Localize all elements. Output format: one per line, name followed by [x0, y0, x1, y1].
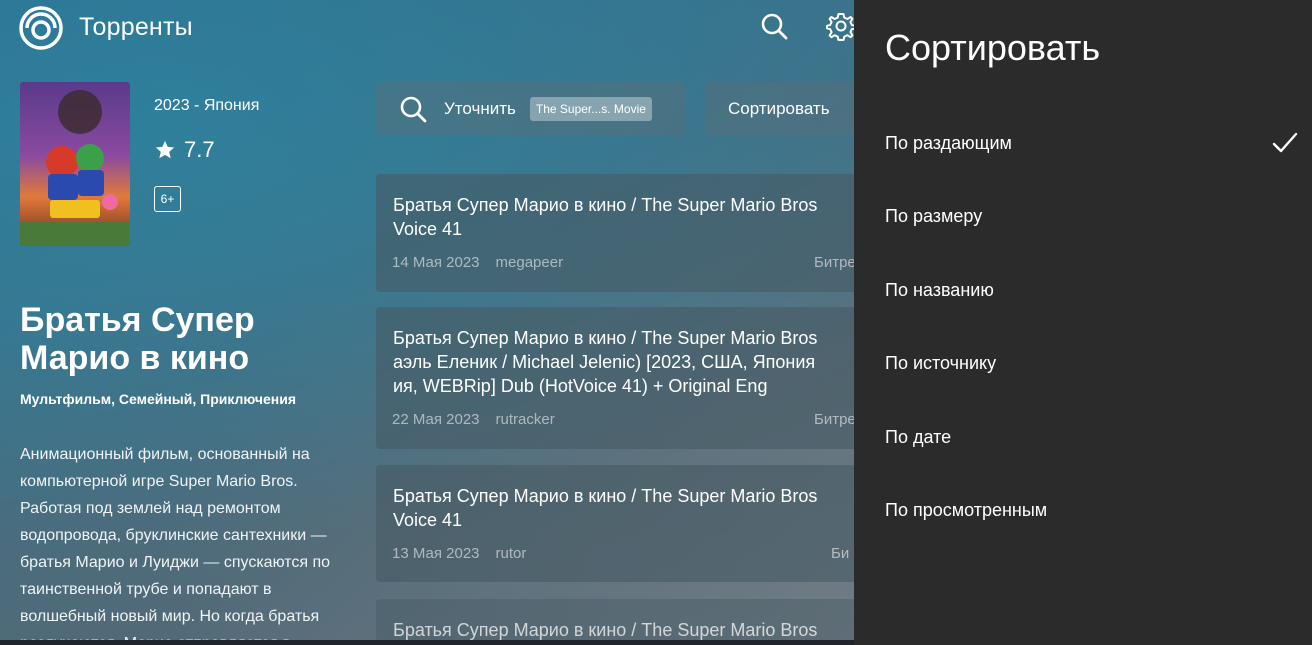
torrent-tracker: rutor [495, 545, 527, 562]
sort-option-name[interactable]: По названию [854, 270, 1312, 310]
torrent-date: 14 Мая 2023 [392, 254, 480, 271]
top-bar: Торренты [0, 0, 860, 56]
sort-panel-heading: Сортировать [885, 27, 1101, 68]
sort-option-label: По просмотренным [885, 499, 1048, 520]
torrent-tracker: rutracker [495, 411, 555, 428]
refine-query-chip: The Super...s. Movie [529, 96, 652, 121]
gear-icon[interactable] [826, 11, 856, 41]
movie-year-country: 2023 - Япония [154, 97, 260, 114]
torrent-bitrate: Битре [814, 411, 856, 428]
torrent-title: Братья Супер Марио в кино / The Super Ma… [393, 328, 818, 396]
sort-option-size[interactable]: По размеру [854, 196, 1312, 236]
search-icon[interactable] [759, 11, 789, 41]
refine-button[interactable]: Уточнить The Super...s. Movie [376, 82, 686, 135]
torrent-title: Братья Супер Марио в кино / The Super Ma… [393, 195, 818, 239]
torrent-meta: 22 Мая 2023 rutracker [392, 411, 555, 428]
sort-panel: Сортировать По раздающим По размеру По н… [854, 0, 1312, 645]
torrent-meta: 14 Мая 2023 megapeer [392, 254, 563, 271]
sort-option-seeders[interactable]: По раздающим [854, 123, 1312, 163]
torrent-item[interactable]: Братья Супер Марио в кино / The Super Ma… [376, 174, 876, 292]
star-icon [155, 140, 175, 159]
sort-option-label: По раздающим [885, 132, 1012, 153]
sort-label: Сортировать [728, 98, 830, 118]
rating-value: 7.7 [184, 137, 215, 162]
sort-option-label: По источнику [885, 352, 997, 373]
sort-option-label: По размеру [885, 205, 983, 226]
torrent-tracker: megapeer [495, 254, 564, 271]
torrent-meta: 13 Мая 2023 rutor [392, 545, 526, 562]
torrent-bitrate: Би [831, 545, 850, 562]
checkmark-icon [1272, 132, 1298, 153]
sort-option-date[interactable]: По дате [854, 417, 1312, 457]
bottom-divider [0, 640, 860, 645]
movie-title: Братья Супер Марио в кино [20, 301, 255, 377]
movie-description: Анимационный фильм, основанный на компью… [20, 446, 331, 645]
movie-poster [20, 82, 130, 246]
sort-option-source[interactable]: По источнику [854, 343, 1312, 383]
torrent-item[interactable]: Братья Супер Марио в кино / The Super Ma… [376, 307, 876, 449]
sort-option-label: По названию [885, 279, 994, 300]
sort-option-viewed[interactable]: По просмотренным [854, 490, 1312, 530]
torrent-item[interactable]: Братья Супер Марио в кино / The Super Ma… [376, 465, 876, 582]
torrent-title: Братья Супер Марио в кино / The Super Ma… [393, 620, 818, 640]
torrent-date: 22 Мая 2023 [392, 411, 480, 428]
app-logo-icon [19, 6, 63, 50]
torrent-bitrate: Битре [814, 254, 856, 271]
app-title: Торренты [79, 13, 193, 41]
refine-label: Уточнить [444, 98, 516, 118]
movie-rating: 7.7 [154, 137, 215, 163]
search-icon [400, 96, 427, 122]
sort-button[interactable]: Сортировать [705, 82, 865, 135]
torrent-title: Братья Супер Марио в кино / The Super Ma… [393, 486, 818, 530]
torrent-date: 13 Мая 2023 [392, 545, 480, 562]
sort-option-label: По дате [885, 426, 952, 447]
movie-genres: Мультфильм, Семейный, Приключения [20, 391, 297, 407]
torrent-item[interactable]: Братья Супер Марио в кино / The Super Ma… [376, 599, 876, 645]
age-rating-badge: 6+ [154, 186, 181, 212]
